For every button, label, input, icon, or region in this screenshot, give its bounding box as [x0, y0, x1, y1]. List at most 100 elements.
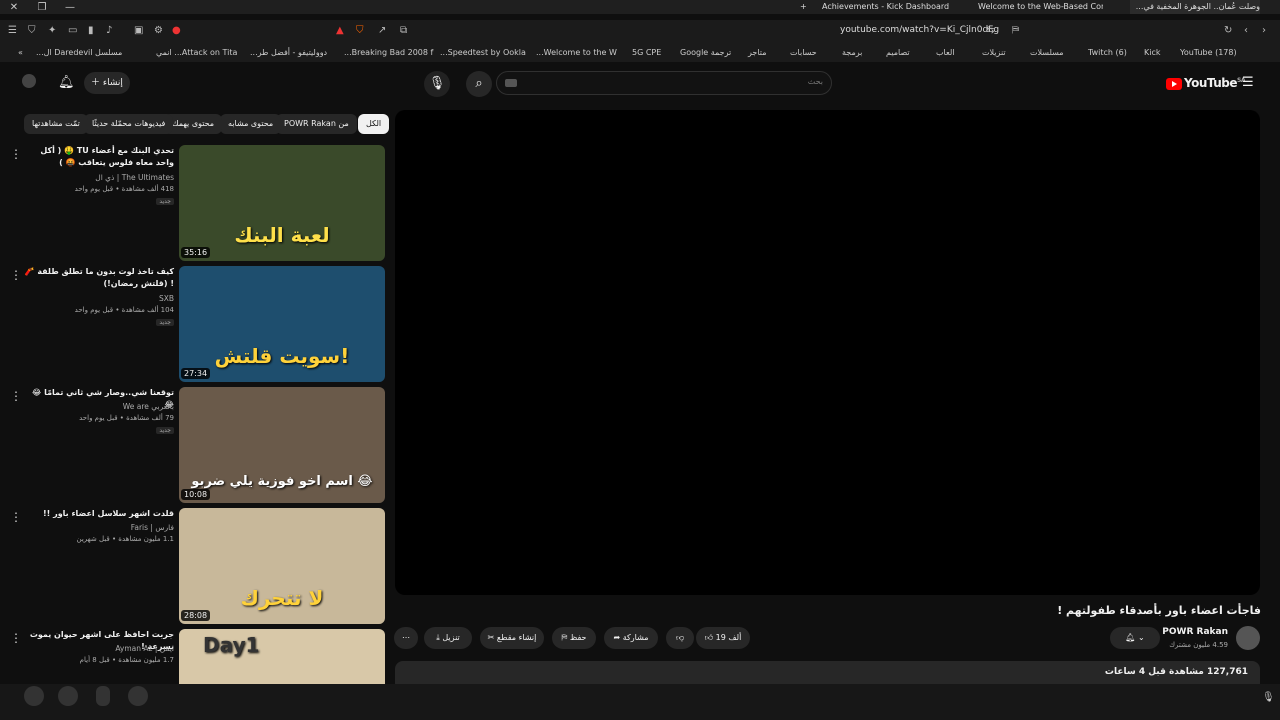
recommendation-item[interactable]: لعبة البنك 35:16 تحدي البنك مع أعضاء TU 🤑…: [0, 145, 390, 263]
bookmark-item[interactable]: Welcome to the W...: [536, 48, 617, 57]
video-thumbnail[interactable]: لا تتحرك 28:08: [179, 508, 385, 624]
recommendation-item[interactable]: سويت قلتش! 27:34 كيف تاخذ لوت بدون ما تطل…: [0, 266, 390, 384]
wallet-icon[interactable]: ▭: [68, 25, 77, 36]
share-button[interactable]: ➦ مشاركة: [604, 627, 658, 649]
more-options-icon[interactable]: ⋮: [10, 631, 22, 645]
tab-web-config[interactable]: Welcome to the Web-Based Config...: [978, 0, 1103, 14]
shield-icon[interactable]: ⛉: [28, 25, 36, 36]
video-player[interactable]: [395, 110, 1260, 595]
video-item-channel[interactable]: The Ultimates | ذي ال: [95, 173, 174, 182]
video-thumbnail[interactable]: لعبة البنك 35:16: [179, 145, 385, 261]
bookmark-item[interactable]: دووليتيفو - أفضل طر...: [250, 48, 327, 57]
recommendation-item[interactable]: اسم اخو فوزية يلي ضربو 😂 10:08 توقعنا شي.…: [0, 387, 390, 505]
like-button[interactable]: 👍︎ 19 ألف: [696, 627, 750, 649]
controller-icon[interactable]: [58, 686, 78, 706]
bookmark-folder[interactable]: متاجر: [748, 48, 767, 57]
duration-badge: 10:08: [181, 489, 211, 500]
subscribe-button[interactable]: 🔔︎ ⌄: [1110, 627, 1160, 649]
video-item-title[interactable]: قلدت اشهر سلاسل اعضاء باور !!: [24, 508, 174, 520]
menu-icon[interactable]: ☰: [8, 25, 17, 36]
more-options-icon[interactable]: ⋮: [10, 147, 22, 161]
bookmark-folder[interactable]: مسلسلات: [1030, 48, 1064, 57]
video-thumbnail[interactable]: Day1: [179, 629, 385, 685]
pip-icon[interactable]: ⧉: [400, 25, 407, 36]
more-options-icon[interactable]: ⋮: [10, 268, 22, 282]
create-button[interactable]: ＋ إنشاء: [84, 72, 130, 94]
settings-icon[interactable]: ⚙: [154, 25, 163, 36]
bookmark-folder[interactable]: تنزيلات: [982, 48, 1006, 57]
more-options-icon[interactable]: ⋮: [10, 389, 22, 403]
chip-from-channel[interactable]: من POWR Rakan: [276, 114, 357, 134]
chip-all[interactable]: الكل: [358, 114, 390, 134]
sidebar-icon[interactable]: ▮: [88, 25, 94, 36]
minimize-window-icon[interactable]: —: [56, 2, 84, 13]
video-item-channel[interactable]: ايمن | Ayman Az: [115, 644, 174, 653]
brave-shield-icon[interactable]: ⛉: [356, 25, 364, 36]
bookmark-folder[interactable]: برمجة: [842, 48, 862, 57]
bookmark-item[interactable]: (178) YouTube: [1180, 48, 1237, 57]
mic-icon[interactable]: 🎙︎: [1262, 692, 1275, 703]
bookmark-folder[interactable]: حسابات: [790, 48, 817, 57]
thumbnail-overlay-text: Day1: [203, 633, 260, 657]
bookmark-item[interactable]: Attack on Tita... انمي: [156, 48, 237, 57]
search-icon[interactable]: ⌕: [466, 71, 492, 97]
save-button[interactable]: ⛿ حفظ: [552, 627, 596, 649]
settings-icon[interactable]: [128, 686, 148, 706]
bookmark-item[interactable]: (6) Twitch: [1088, 48, 1127, 57]
chip-related[interactable]: محتوى مشابه: [220, 114, 282, 134]
bookmark-item[interactable]: Speedtest by Ookla...: [440, 48, 526, 57]
chip-recently-uploaded[interactable]: فيديوهات محمّلة حديثًا: [84, 114, 174, 134]
back-icon[interactable]: ‹: [1244, 25, 1248, 36]
bookmark-folder[interactable]: العاب: [936, 48, 955, 57]
extension-icon[interactable]: ✦: [48, 25, 56, 36]
bookmark-item[interactable]: مسلسل Daredevil ال...: [36, 48, 122, 57]
url-field[interactable]: youtube.com/watch?v=Ki_Cjln0dFg: [840, 25, 999, 35]
share-icon[interactable]: ↗: [378, 25, 386, 36]
forward-icon[interactable]: ›: [1262, 25, 1266, 36]
avatar[interactable]: [22, 74, 36, 88]
more-options-icon[interactable]: ⋮: [10, 510, 22, 524]
recommendation-item[interactable]: Day1 جربت احافظ على اشهر حيوان يموت بسرع…: [0, 629, 390, 685]
recommendation-item[interactable]: لا تتحرك 28:08 قلدت اشهر سلاسل اعضاء باور…: [0, 508, 390, 626]
notifications-icon[interactable]: 🔔︎: [58, 75, 75, 90]
video-item-title[interactable]: كيف تاخذ لوت بدون ما تطلق طلقة 🧨 ! (قلتش…: [24, 266, 174, 290]
video-thumbnail[interactable]: سويت قلتش! 27:34: [179, 266, 385, 382]
channel-name[interactable]: POWR Rakan: [1162, 627, 1228, 637]
tab-youtube-video[interactable]: وصلت عُمان.. الجوهرة المخفية في...: [1130, 0, 1260, 14]
channel-avatar[interactable]: [1236, 626, 1260, 650]
bookmark-icon[interactable]: ⛿: [1012, 25, 1019, 36]
tab-kick-dashboard[interactable]: Achievements - Kick Dashboard: [822, 0, 952, 14]
tracking-icon[interactable]: ⇆: [986, 25, 994, 36]
video-item-channel[interactable]: SXB: [159, 294, 174, 303]
voice-search-icon[interactable]: 🎙︎: [424, 71, 450, 97]
new-tab-button[interactable]: +: [800, 0, 812, 14]
restore-window-icon[interactable]: ❐: [28, 2, 56, 13]
bookmark-item[interactable]: ترجمة Google: [680, 48, 731, 57]
bookmark-item[interactable]: Kick: [1144, 48, 1161, 57]
youtube-logo[interactable]: YouTubeSA: [1166, 76, 1245, 90]
bookmarks-overflow-icon[interactable]: »: [18, 48, 23, 57]
video-item-title[interactable]: تحدي البنك مع أعضاء TU 🤑 ( أكل واحد معاه…: [24, 145, 174, 169]
close-window-icon[interactable]: ✕: [0, 2, 28, 13]
bookmark-item[interactable]: 5G CPE: [632, 48, 661, 57]
music-icon[interactable]: ♪: [106, 25, 112, 36]
vpn-icon[interactable]: ▲: [336, 25, 344, 36]
reload-icon[interactable]: ↻: [1224, 25, 1232, 36]
mic-muted-icon[interactable]: [24, 686, 44, 706]
video-thumbnail[interactable]: اسم اخو فوزية يلي ضربو 😂 10:08: [179, 387, 385, 503]
dislike-button[interactable]: 👎︎: [666, 627, 694, 649]
bookmark-item[interactable]: Breaking Bad 2008 f...: [344, 48, 433, 57]
chip-watched[interactable]: تمّت مشاهدتها: [24, 114, 88, 134]
mouse-icon[interactable]: [96, 686, 110, 706]
more-actions-button[interactable]: ⋯: [394, 627, 418, 649]
record-icon[interactable]: ●: [172, 25, 181, 36]
bookmark-folder[interactable]: تصاميم: [886, 48, 910, 57]
keyboard-icon[interactable]: [505, 79, 517, 87]
guide-menu-icon[interactable]: ☰: [1242, 75, 1254, 90]
search-input[interactable]: بحث: [496, 71, 832, 95]
screenshot-icon[interactable]: ▣: [134, 25, 143, 36]
video-item-channel[interactable]: فارس | Faris: [131, 523, 174, 532]
video-item-channel[interactable]: بالعربي We are: [123, 402, 174, 411]
clip-button[interactable]: ✂ إنشاء مقطع: [480, 627, 544, 649]
download-button[interactable]: ⤓ تنزيل: [424, 627, 472, 649]
